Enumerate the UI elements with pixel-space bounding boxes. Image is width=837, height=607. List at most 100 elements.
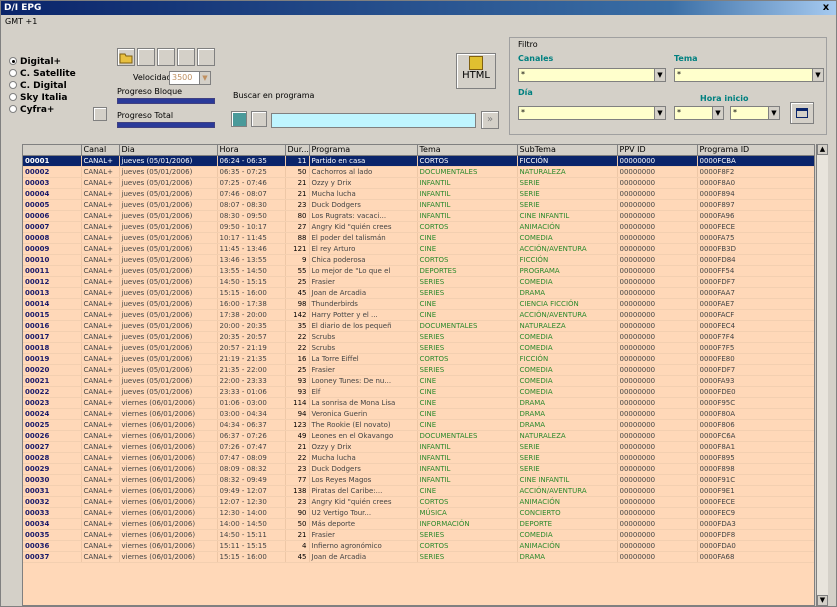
column-header[interactable] xyxy=(23,145,82,156)
next-icon[interactable] xyxy=(197,48,215,66)
table-cell: DRAMA xyxy=(517,419,618,431)
scroll-down-icon[interactable]: ▼ xyxy=(817,595,828,606)
table-row[interactable]: 00022 CANAL+ jueves (05/01/2006) 23:33 - 01… xyxy=(23,386,814,398)
table-cell: 23 xyxy=(285,496,310,508)
table-row[interactable]: 00012 CANAL+ jueves (05/01/2006) 14:50 - 15… xyxy=(23,276,814,288)
table-cell: 0000F8F2 xyxy=(697,166,814,178)
table-row[interactable]: 00023 CANAL+ viernes (06/01/2006) 01:06 - 0… xyxy=(23,397,814,409)
table-row[interactable]: 00025 CANAL+ viernes (06/01/2006) 04:34 - 0… xyxy=(23,419,814,431)
program-grid[interactable]: Canal Dia Hora Dur... Programa Tema SubTema PPV… xyxy=(22,144,815,606)
table-cell: SERIE xyxy=(517,463,618,475)
window-icon[interactable] xyxy=(790,102,814,124)
column-header[interactable]: Dur... xyxy=(285,145,310,156)
table-cell: 00034 xyxy=(23,518,82,530)
table-row[interactable]: 00002 CANAL+ jueves (05/01/2006) 06:35 - 07… xyxy=(23,166,814,178)
table-row[interactable]: 00001 CANAL+ jueves (05/01/2006) 06:24 - 06… xyxy=(23,155,814,167)
search-clear-icon[interactable] xyxy=(251,111,267,127)
table-row[interactable]: 00014 CANAL+ jueves (05/01/2006) 16:00 - 17… xyxy=(23,298,814,310)
column-header[interactable]: PPV ID xyxy=(617,145,698,156)
pause-icon[interactable] xyxy=(157,48,175,66)
table-cell: 0000FDF7 xyxy=(697,276,814,288)
table-cell: CANAL+ xyxy=(81,342,120,354)
source-radio-4[interactable]: Cyfra+ xyxy=(9,104,76,116)
table-row[interactable]: 00011 CANAL+ jueves (05/01/2006) 13:55 - 14… xyxy=(23,265,814,277)
source-config-icon[interactable] xyxy=(93,107,107,121)
search-go-icon[interactable] xyxy=(231,111,247,127)
table-row[interactable]: 00021 CANAL+ jueves (05/01/2006) 22:00 - 23… xyxy=(23,375,814,387)
source-radio-3[interactable]: Sky Italia xyxy=(9,92,76,104)
search-next-icon[interactable]: » xyxy=(481,111,499,129)
table-row[interactable]: 00009 CANAL+ jueves (05/01/2006) 11:45 - 13… xyxy=(23,243,814,255)
hora-b-select[interactable]: * ▼ xyxy=(730,106,780,120)
pause2-icon[interactable] xyxy=(177,48,195,66)
folder-icon[interactable] xyxy=(117,48,135,66)
buscar-label: Buscar en programa xyxy=(233,91,315,100)
column-header[interactable]: Dia xyxy=(119,145,218,156)
velocidad-select[interactable]: 3500 ▼ xyxy=(169,71,211,85)
table-cell: Frasier xyxy=(309,276,418,288)
source-radio-0[interactable]: Digital+ xyxy=(9,56,76,68)
close-icon[interactable]: x xyxy=(820,1,832,15)
menu-gmt[interactable]: GMT +1 xyxy=(5,17,37,26)
dia-select[interactable]: * ▼ xyxy=(518,106,666,120)
table-row[interactable]: 00029 CANAL+ viernes (06/01/2006) 08:09 - 0… xyxy=(23,463,814,475)
vertical-scrollbar[interactable]: ▲ ▼ xyxy=(816,144,828,606)
table-cell: CORTOS xyxy=(417,353,518,365)
column-header[interactable]: Hora xyxy=(217,145,286,156)
source-radio-1[interactable]: C. Satellite xyxy=(9,68,76,80)
table-cell: SERIE xyxy=(517,441,618,453)
table-row[interactable]: 00007 CANAL+ jueves (05/01/2006) 09:50 - 10… xyxy=(23,221,814,233)
table-row[interactable]: 00034 CANAL+ viernes (06/01/2006) 14:00 - 1… xyxy=(23,518,814,530)
table-cell: 17:38 - 20:00 xyxy=(217,309,286,321)
table-row[interactable]: 00030 CANAL+ viernes (06/01/2006) 08:32 - 0… xyxy=(23,474,814,486)
table-cell: 03:00 - 04:34 xyxy=(217,408,286,420)
table-cell: 0000F7F5 xyxy=(697,342,814,354)
html-button[interactable]: HTML xyxy=(456,53,496,89)
table-row[interactable]: 00004 CANAL+ jueves (05/01/2006) 07:46 - 08… xyxy=(23,188,814,200)
table-row[interactable]: 00013 CANAL+ jueves (05/01/2006) 15:15 - 16… xyxy=(23,287,814,299)
table-row[interactable]: 00027 CANAL+ viernes (06/01/2006) 07:26 - 0… xyxy=(23,441,814,453)
hora-a-select[interactable]: * ▼ xyxy=(674,106,724,120)
table-cell: Elf xyxy=(309,386,418,398)
table-row[interactable]: 00016 CANAL+ jueves (05/01/2006) 20:00 - 20… xyxy=(23,320,814,332)
column-header[interactable]: Programa xyxy=(309,145,418,156)
table-row[interactable]: 00008 CANAL+ jueves (05/01/2006) 10:17 - 11… xyxy=(23,232,814,244)
canales-select[interactable]: * ▼ xyxy=(518,68,666,82)
table-row[interactable]: 00010 CANAL+ jueves (05/01/2006) 13:46 - 13… xyxy=(23,254,814,266)
table-row[interactable]: 00018 CANAL+ jueves (05/01/2006) 20:57 - 21… xyxy=(23,342,814,354)
table-cell: 12:30 - 14:00 xyxy=(217,507,286,519)
table-row[interactable]: 00003 CANAL+ jueves (05/01/2006) 07:25 - 07… xyxy=(23,177,814,189)
table-row[interactable]: 00019 CANAL+ jueves (05/01/2006) 21:19 - 21… xyxy=(23,353,814,365)
table-row[interactable]: 00006 CANAL+ jueves (05/01/2006) 08:30 - 09… xyxy=(23,210,814,222)
search-input[interactable] xyxy=(271,113,476,128)
table-cell: CANAL+ xyxy=(81,276,120,288)
column-header[interactable]: Canal xyxy=(81,145,120,156)
table-cell: CANAL+ xyxy=(81,408,120,420)
table-row[interactable]: 00020 CANAL+ jueves (05/01/2006) 21:35 - 22… xyxy=(23,364,814,376)
column-header[interactable]: Programa ID xyxy=(697,145,814,156)
table-cell: 00008 xyxy=(23,232,82,244)
column-header[interactable]: Tema xyxy=(417,145,518,156)
column-header[interactable]: SubTema xyxy=(517,145,618,156)
table-cell: 0000FEC9 xyxy=(697,507,814,519)
table-cell: 00016 xyxy=(23,320,82,332)
tema-select[interactable]: * ▼ xyxy=(674,68,824,82)
table-cell: viernes (06/01/2006) xyxy=(119,529,218,541)
source-radio-2[interactable]: C. Digital xyxy=(9,80,76,92)
table-row[interactable]: 00028 CANAL+ viernes (06/01/2006) 07:47 - 0… xyxy=(23,452,814,464)
table-row[interactable]: 00033 CANAL+ viernes (06/01/2006) 12:30 - 1… xyxy=(23,507,814,519)
stop-icon[interactable] xyxy=(137,48,155,66)
table-row[interactable]: 00005 CANAL+ jueves (05/01/2006) 08:07 - 08… xyxy=(23,199,814,211)
table-cell: 09:49 - 12:07 xyxy=(217,485,286,497)
table-row[interactable]: 00026 CANAL+ viernes (06/01/2006) 06:37 - 0… xyxy=(23,430,814,442)
table-row[interactable]: 00037 CANAL+ viernes (06/01/2006) 15:15 - 1… xyxy=(23,551,814,563)
table-row[interactable]: 00024 CANAL+ viernes (06/01/2006) 03:00 - 0… xyxy=(23,408,814,420)
table-row[interactable]: 00036 CANAL+ viernes (06/01/2006) 15:11 - 1… xyxy=(23,540,814,552)
table-row[interactable]: 00017 CANAL+ jueves (05/01/2006) 20:35 - 20… xyxy=(23,331,814,343)
table-row[interactable]: 00035 CANAL+ viernes (06/01/2006) 14:50 - 1… xyxy=(23,529,814,541)
table-row[interactable]: 00031 CANAL+ viernes (06/01/2006) 09:49 - 1… xyxy=(23,485,814,497)
table-cell: CANAL+ xyxy=(81,551,120,563)
table-row[interactable]: 00015 CANAL+ jueves (05/01/2006) 17:38 - 20… xyxy=(23,309,814,321)
scroll-up-icon[interactable]: ▲ xyxy=(817,144,828,155)
table-row[interactable]: 00032 CANAL+ viernes (06/01/2006) 12:07 - 1… xyxy=(23,496,814,508)
